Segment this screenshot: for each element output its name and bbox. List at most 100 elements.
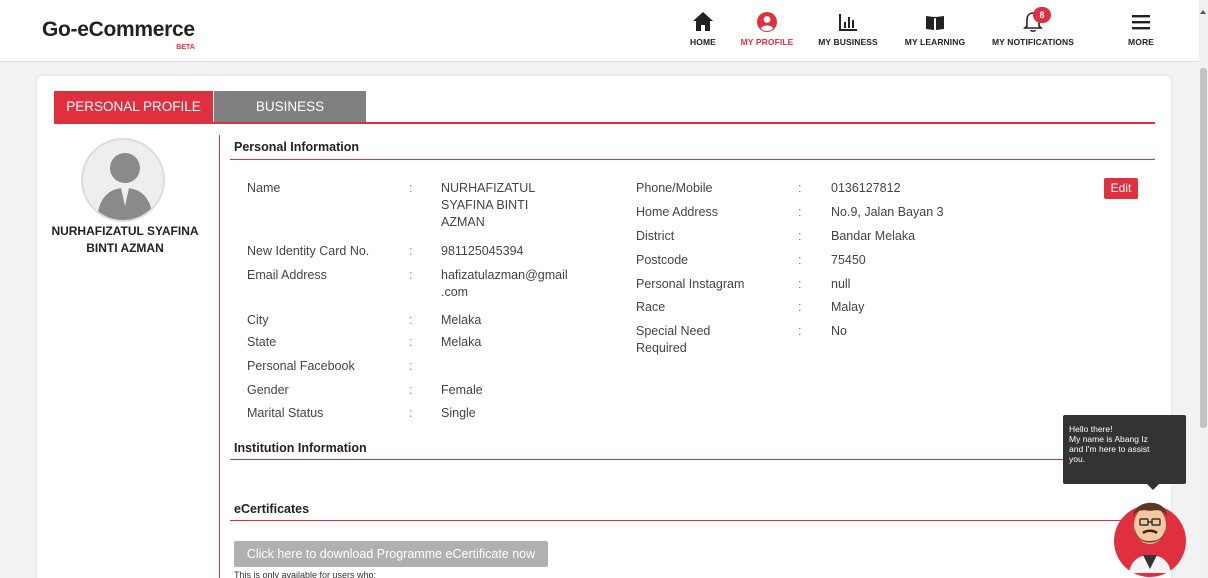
field-value-name-line: SYAFINA BINTI bbox=[441, 198, 529, 212]
field-value-email-line: hafizatulazman@gmail bbox=[441, 268, 568, 282]
section-title-institution: Institution Information bbox=[234, 441, 367, 455]
nav-my-business-label: MY BUSINESS bbox=[818, 37, 878, 47]
chat-greeting-line: Hello there! bbox=[1069, 424, 1113, 434]
field-value-email-line: .com bbox=[441, 285, 469, 299]
tab-personal-profile[interactable]: PERSONAL PROFILE bbox=[54, 91, 213, 122]
field-label-phone: Phone/Mobile bbox=[636, 181, 713, 195]
nav-more[interactable]: MORE bbox=[1126, 10, 1156, 47]
field-label-instagram: Personal Instagram bbox=[636, 277, 745, 291]
field-label-facebook: Personal Facebook bbox=[247, 359, 355, 373]
chat-greeting-line: you. bbox=[1069, 454, 1086, 464]
nav-my-notifications[interactable]: 8 MY NOTIFICATIONS bbox=[990, 7, 1076, 47]
nav-my-learning[interactable]: MY LEARNING bbox=[903, 10, 967, 47]
top-navigation-bar: Go-eCommerce BETA HOME MY PROFILE MY BUS… bbox=[0, 0, 1208, 62]
user-silhouette-icon bbox=[97, 153, 153, 220]
field-label-city: City bbox=[247, 313, 269, 327]
field-colon: : bbox=[409, 335, 413, 349]
chat-greeting-bubble[interactable]: Hello there! My name is Abang Iz and I'm… bbox=[1063, 415, 1186, 490]
field-label-name: Name bbox=[247, 181, 281, 195]
field-label-race: Race bbox=[636, 300, 666, 314]
chatbot-avatar-icon[interactable] bbox=[1113, 489, 1188, 578]
section-divider-institution bbox=[230, 459, 1155, 460]
field-label-gender: Gender bbox=[247, 383, 289, 397]
nav-my-profile-label: MY PROFILE bbox=[740, 37, 794, 47]
field-colon: : bbox=[409, 406, 413, 420]
field-label-marital-status: Marital Status bbox=[247, 406, 324, 420]
field-value-race: Malay bbox=[831, 300, 865, 314]
page-scrollbar[interactable] bbox=[1199, 0, 1208, 578]
field-label-state: State bbox=[247, 335, 277, 349]
chat-greeting-line: My name is Abang Iz bbox=[1069, 434, 1148, 444]
field-colon: : bbox=[798, 324, 802, 338]
avatar bbox=[81, 138, 165, 222]
field-label-special-need: Special Need Required bbox=[636, 323, 710, 357]
beta-label: BETA bbox=[176, 44, 195, 51]
section-divider-personal bbox=[230, 159, 1155, 160]
chat-greeting-line: and I'm here to assist bbox=[1069, 444, 1150, 454]
field-colon: : bbox=[798, 229, 802, 243]
scrollbar-thumb[interactable] bbox=[1200, 68, 1207, 428]
field-value-state: Melaka bbox=[441, 335, 482, 349]
column-divider bbox=[219, 135, 220, 578]
nav-home-label: HOME bbox=[690, 37, 716, 47]
section-title-certificates: eCertificates bbox=[234, 502, 310, 516]
field-label-home-address: Home Address bbox=[636, 205, 718, 219]
section-divider-certificates bbox=[230, 520, 1155, 521]
notification-count-badge: 8 bbox=[1033, 7, 1051, 23]
tab-business-profile[interactable]: BUSINESS PROFILE bbox=[214, 91, 366, 145]
nav-home[interactable]: HOME bbox=[688, 10, 718, 47]
field-colon: : bbox=[409, 268, 413, 282]
field-value-home-address: No.9, Jalan Bayan 3 bbox=[831, 205, 944, 219]
field-colon: : bbox=[409, 313, 413, 327]
field-label-special-need-line: Special Need bbox=[636, 324, 711, 338]
field-colon: : bbox=[409, 359, 413, 373]
section-title-personal: Personal Information bbox=[234, 140, 360, 154]
nav-my-learning-label: MY LEARNING bbox=[904, 37, 966, 47]
field-colon: : bbox=[798, 277, 802, 291]
nav-more-label: MORE bbox=[1128, 37, 1154, 47]
field-value-instagram: null bbox=[831, 277, 851, 291]
field-label-ic: New Identity Card No. bbox=[247, 244, 370, 258]
field-colon: : bbox=[798, 253, 802, 267]
field-value-city: Melaka bbox=[441, 313, 482, 327]
home-icon bbox=[693, 12, 713, 31]
profile-name-line-1: NURHAFIZATUL SYAFINA bbox=[51, 224, 199, 238]
field-value-name-line: AZMAN bbox=[441, 215, 485, 229]
field-value-district: Bandar Melaka bbox=[831, 229, 916, 243]
profile-card: PERSONAL PROFILE BUSINESS PROFILE NURHAF… bbox=[37, 76, 1171, 578]
nav-my-business[interactable]: MY BUSINESS bbox=[818, 10, 878, 47]
field-colon: : bbox=[409, 383, 413, 397]
certificate-availability-note: This is only available for users who: bbox=[234, 570, 377, 578]
field-value-gender: Female bbox=[441, 383, 483, 397]
field-value-special-need: No bbox=[831, 324, 847, 338]
bar-chart-icon bbox=[839, 14, 857, 31]
profile-name-line-2: BINTI AZMAN bbox=[86, 241, 164, 255]
field-value-name: NURHAFIZATUL SYAFINA BINTI AZMAN bbox=[441, 180, 535, 231]
field-label-district: District bbox=[636, 229, 675, 243]
field-value-phone: 0136127812 bbox=[831, 181, 901, 195]
brand-name: Go-eCommerce bbox=[42, 18, 195, 41]
profile-display-name: NURHAFIZATUL SYAFINA BINTI AZMAN bbox=[37, 223, 213, 257]
download-ecertificate-button[interactable]: Click here to download Programme eCertif… bbox=[234, 541, 548, 567]
field-colon: : bbox=[798, 181, 802, 195]
field-value-marital-status: Single bbox=[441, 406, 476, 420]
tab-underline bbox=[54, 122, 1155, 124]
menu-icon bbox=[1132, 15, 1150, 30]
field-colon: : bbox=[798, 205, 802, 219]
field-label-special-need-line: Required bbox=[636, 341, 687, 355]
edit-button[interactable]: Edit bbox=[1104, 178, 1138, 199]
nav-my-profile[interactable]: MY PROFILE bbox=[740, 10, 794, 47]
scroll-up-arrow-icon[interactable] bbox=[1200, 10, 1206, 14]
field-colon: : bbox=[409, 244, 413, 258]
field-value-email: hafizatulazman@gmail .com bbox=[441, 267, 568, 301]
book-icon bbox=[926, 16, 944, 30]
brand-logo[interactable]: Go-eCommerce BETA bbox=[42, 18, 195, 51]
field-label-email: Email Address bbox=[247, 268, 327, 282]
field-value-postcode: 75450 bbox=[831, 253, 866, 267]
field-label-postcode: Postcode bbox=[636, 253, 689, 267]
field-value-ic: 981125045394 bbox=[441, 244, 524, 258]
field-colon: : bbox=[798, 300, 802, 314]
field-value-name-line: NURHAFIZATUL bbox=[441, 181, 536, 195]
field-colon: : bbox=[409, 181, 413, 195]
user-circle-icon bbox=[757, 12, 777, 32]
